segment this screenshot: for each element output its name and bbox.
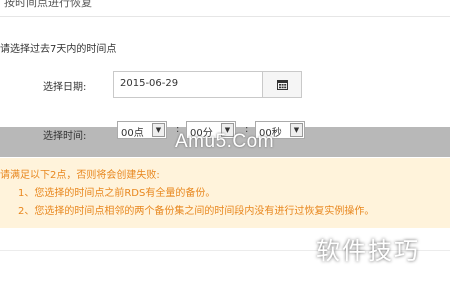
site-watermark: Amu5.Com — [175, 131, 275, 152]
chevron-down-icon: ▼ — [152, 123, 165, 137]
time-label: 选择时间: — [43, 131, 87, 142]
time-range-prompt: 请选择过去7天内的时间点 — [0, 44, 117, 55]
brand-watermark: 软件技巧 — [316, 237, 420, 265]
calendar-button[interactable] — [262, 71, 302, 98]
hour-select[interactable]: 00点 ▼ — [117, 121, 167, 139]
warning-title: 请满足以下2点，否则将会创建失败: — [0, 170, 160, 181]
warning-item: 1、您选择的时间点之前RDS有全量的备份。 — [18, 188, 216, 199]
date-label: 选择日期: — [43, 82, 87, 93]
warning-item: 2、您选择的时间点相邻的两个备份集之间的时间段内没有进行过恢复实例操作。 — [18, 206, 375, 217]
divider — [0, 16, 450, 17]
chevron-down-icon: ▼ — [290, 123, 303, 137]
hour-value: 00点 — [121, 128, 144, 139]
page-title: 按时间点进行恢复 — [4, 0, 92, 8]
calendar-icon — [276, 80, 288, 90]
